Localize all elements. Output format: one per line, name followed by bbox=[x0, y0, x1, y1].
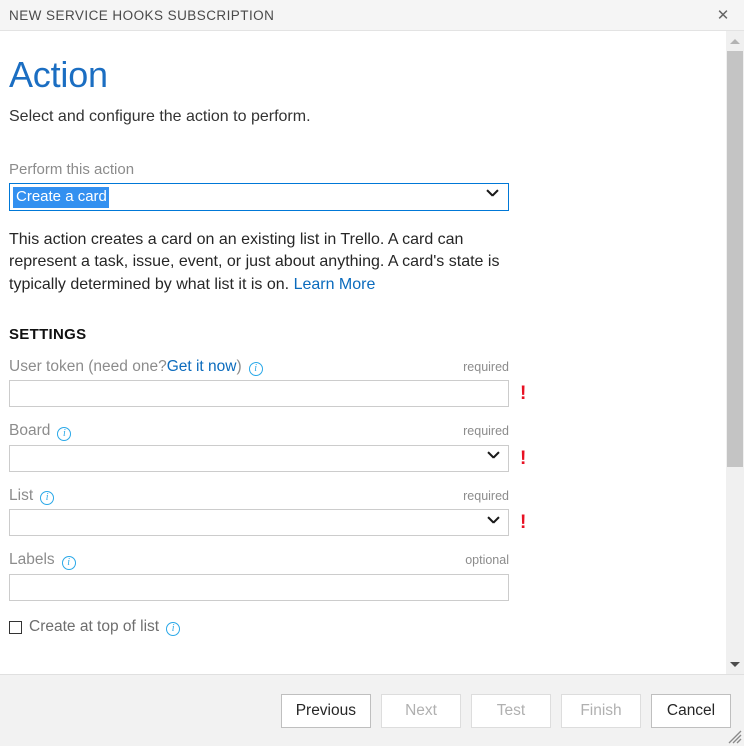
labels-label: Labels i bbox=[9, 551, 76, 570]
chevron-down-icon bbox=[487, 190, 498, 201]
perform-action-field: Perform this action Create a card bbox=[9, 161, 725, 212]
info-icon[interactable]: i bbox=[248, 361, 263, 376]
board-label-text: Board bbox=[9, 422, 51, 440]
dialog-footer: Previous Next Test Finish Cancel bbox=[0, 674, 744, 746]
user-token-input[interactable] bbox=[9, 380, 509, 408]
setting-label-row: Board i required bbox=[9, 422, 509, 441]
action-description-text: This action creates a card on an existin… bbox=[9, 231, 500, 293]
board-requirement: required bbox=[463, 424, 509, 439]
info-icon[interactable]: i bbox=[40, 491, 55, 506]
close-icon[interactable]: ✕ bbox=[702, 0, 744, 30]
dialog-title: NEW SERVICE HOOKS SUBSCRIPTION bbox=[9, 7, 275, 23]
page-title: Action bbox=[9, 54, 108, 95]
create-at-top-of-list-label: Create at top of list i bbox=[29, 618, 181, 636]
user-token-requirement: required bbox=[463, 359, 509, 374]
list-label-text: List bbox=[9, 486, 34, 504]
dialog-body: Action Select and configure the action t… bbox=[0, 31, 744, 674]
error-icon: ! bbox=[520, 383, 527, 405]
learn-more-link[interactable]: Learn More bbox=[294, 276, 376, 293]
list-requirement: required bbox=[463, 488, 509, 503]
labels-input[interactable] bbox=[9, 574, 509, 601]
chevron-down-icon bbox=[488, 452, 499, 463]
labels-label-text: Labels bbox=[9, 551, 55, 569]
labels-requirement: optional bbox=[465, 553, 509, 568]
info-icon[interactable]: i bbox=[57, 426, 72, 441]
vertical-scrollbar[interactable] bbox=[725, 31, 744, 674]
scrollbar-track[interactable] bbox=[726, 51, 744, 654]
setting-list: List i required ! bbox=[9, 487, 725, 537]
error-icon: ! bbox=[520, 447, 527, 469]
get-it-now-link[interactable]: Get it now bbox=[167, 358, 237, 377]
setting-label-row: Labels i optional bbox=[9, 551, 509, 570]
resize-grip-icon[interactable] bbox=[726, 728, 742, 744]
scrollbar-thumb[interactable] bbox=[727, 51, 743, 467]
perform-action-selected-value: Create a card bbox=[13, 186, 109, 209]
list-label: List i bbox=[9, 486, 55, 506]
list-input-row: ! bbox=[9, 509, 725, 537]
setting-label-row: List i required bbox=[9, 487, 509, 506]
dialog-titlebar: NEW SERVICE HOOKS SUBSCRIPTION ✕ bbox=[0, 0, 744, 31]
board-label: Board i bbox=[9, 422, 72, 441]
previous-button[interactable]: Previous bbox=[280, 693, 371, 728]
test-button[interactable]: Test bbox=[471, 693, 551, 728]
error-icon: ! bbox=[520, 512, 527, 534]
info-icon[interactable]: i bbox=[61, 555, 76, 570]
user-token-label: User token (need one? Get it now) i bbox=[9, 358, 263, 377]
perform-action-label: Perform this action bbox=[9, 161, 135, 179]
finish-button[interactable]: Finish bbox=[561, 693, 641, 728]
page-subtitle: Select and configure the action to perfo… bbox=[9, 107, 311, 125]
info-icon[interactable]: i bbox=[166, 622, 181, 636]
user-token-label-prefix: User token (need one? bbox=[9, 357, 167, 375]
chevron-down-icon bbox=[488, 517, 499, 528]
settings-heading: SETTINGS bbox=[9, 325, 87, 343]
scroll-down-arrow-icon[interactable] bbox=[726, 654, 744, 674]
cancel-button[interactable]: Cancel bbox=[651, 693, 731, 728]
create-at-top-of-list-text: Create at top of list bbox=[29, 618, 160, 635]
next-button[interactable]: Next bbox=[381, 693, 461, 728]
board-input-row: ! bbox=[9, 444, 725, 472]
perform-action-select[interactable]: Create a card bbox=[9, 183, 509, 212]
scroll-up-arrow-icon[interactable] bbox=[726, 31, 744, 51]
dialog-content: Action Select and configure the action t… bbox=[0, 31, 725, 674]
create-at-top-of-list-row: Create at top of list i bbox=[9, 618, 725, 636]
setting-labels: Labels i optional bbox=[9, 551, 725, 601]
create-at-top-of-list-checkbox[interactable] bbox=[9, 620, 22, 634]
action-description: This action creates a card on an existin… bbox=[9, 229, 509, 295]
list-select[interactable] bbox=[9, 509, 509, 537]
setting-board: Board i required ! bbox=[9, 422, 725, 472]
new-service-hooks-subscription-dialog: NEW SERVICE HOOKS SUBSCRIPTION ✕ Action … bbox=[0, 0, 744, 746]
board-select[interactable] bbox=[9, 444, 509, 472]
user-token-input-row: ! bbox=[9, 380, 725, 408]
labels-input-row bbox=[9, 574, 725, 601]
setting-label-row: User token (need one? Get it now) i requ… bbox=[9, 358, 509, 377]
user-token-label-suffix: ) bbox=[236, 357, 242, 375]
setting-user-token: User token (need one? Get it now) i requ… bbox=[9, 358, 725, 408]
